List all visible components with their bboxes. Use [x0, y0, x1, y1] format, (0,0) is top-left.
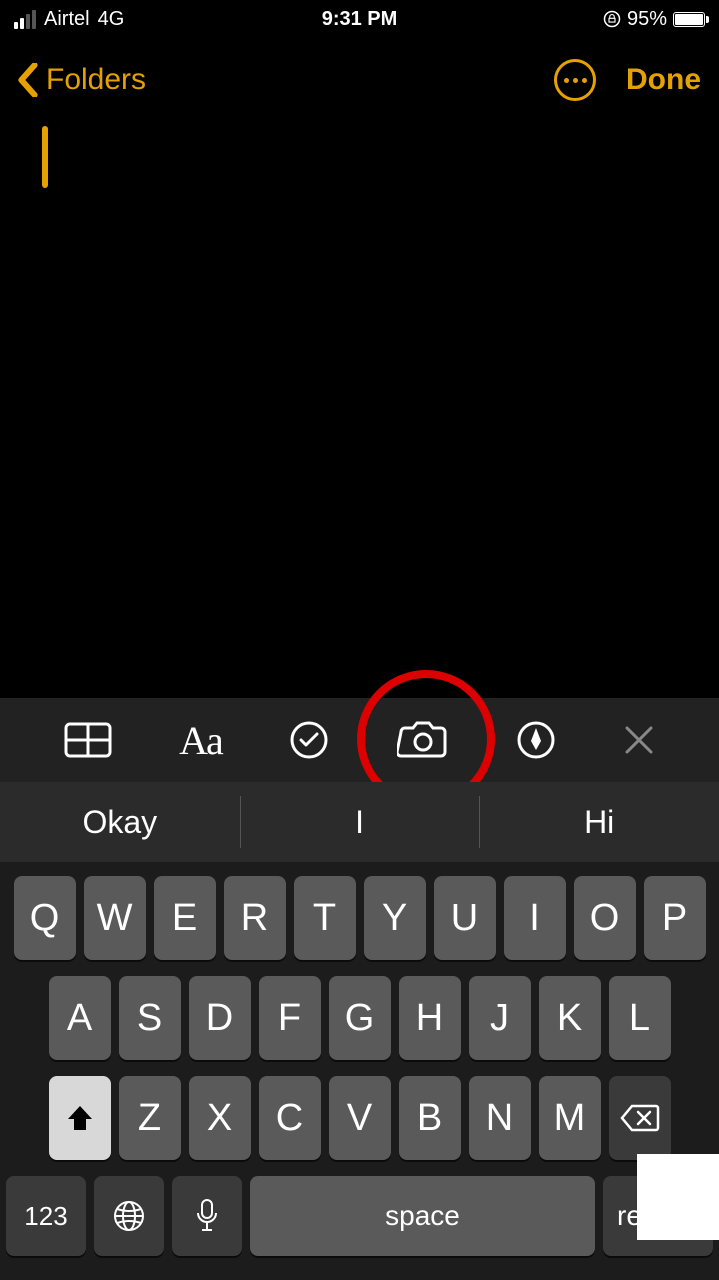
status-bar: Airtel 4G 9:31 PM 95%	[0, 0, 719, 38]
camera-button[interactable]	[397, 720, 449, 760]
suggestion-1[interactable]: Okay	[0, 782, 240, 862]
carrier-label: Airtel	[44, 8, 90, 31]
back-button[interactable]: Folders	[18, 63, 146, 97]
clock: 9:31 PM	[322, 8, 398, 31]
suggestion-3[interactable]: Hi	[479, 782, 719, 862]
key-p[interactable]: P	[644, 876, 706, 960]
key-i[interactable]: I	[504, 876, 566, 960]
key-z[interactable]: Z	[119, 1076, 181, 1160]
shift-icon	[65, 1104, 95, 1132]
key-f[interactable]: F	[259, 976, 321, 1060]
key-b[interactable]: B	[399, 1076, 461, 1160]
key-globe[interactable]	[94, 1176, 164, 1256]
more-button[interactable]	[554, 59, 596, 101]
key-n[interactable]: N	[469, 1076, 531, 1160]
close-icon	[623, 724, 655, 756]
key-j[interactable]: J	[469, 976, 531, 1060]
key-o[interactable]: O	[574, 876, 636, 960]
key-g[interactable]: G	[329, 976, 391, 1060]
key-x[interactable]: X	[189, 1076, 251, 1160]
key-backspace[interactable]	[609, 1076, 671, 1160]
key-shift[interactable]	[49, 1076, 111, 1160]
overlay-patch	[637, 1154, 719, 1240]
orientation-lock-icon	[603, 10, 621, 28]
note-editor[interactable]	[42, 126, 48, 188]
markup-button[interactable]	[516, 720, 556, 760]
camera-icon	[397, 720, 449, 760]
text-format-button[interactable]: Aa	[179, 717, 222, 764]
key-y[interactable]: Y	[364, 876, 426, 960]
checklist-button[interactable]	[289, 720, 329, 760]
key-v[interactable]: V	[329, 1076, 391, 1160]
key-space[interactable]: space	[250, 1176, 595, 1256]
table-icon	[64, 722, 112, 758]
key-k[interactable]: K	[539, 976, 601, 1060]
key-t[interactable]: T	[294, 876, 356, 960]
globe-icon	[112, 1199, 146, 1233]
key-a[interactable]: A	[49, 976, 111, 1060]
suggestion-bar: Okay I Hi	[0, 782, 719, 862]
table-button[interactable]	[64, 722, 112, 758]
key-dictation[interactable]	[172, 1176, 242, 1256]
backspace-icon	[620, 1104, 660, 1132]
key-d[interactable]: D	[189, 976, 251, 1060]
keyboard: Q W E R T Y U I O P A S D F G H J K L Z …	[0, 862, 719, 1280]
battery-icon	[673, 12, 705, 27]
chevron-left-icon	[18, 63, 38, 97]
signal-strength-icon	[14, 10, 36, 29]
checkmark-circle-icon	[289, 720, 329, 760]
key-u[interactable]: U	[434, 876, 496, 960]
suggestion-2[interactable]: I	[240, 782, 480, 862]
formatting-toolbar: Aa	[0, 698, 719, 782]
back-label: Folders	[46, 63, 146, 97]
key-s[interactable]: S	[119, 976, 181, 1060]
network-label: 4G	[98, 8, 125, 31]
key-l[interactable]: L	[609, 976, 671, 1060]
key-e[interactable]: E	[154, 876, 216, 960]
key-w[interactable]: W	[84, 876, 146, 960]
ellipsis-icon	[564, 78, 587, 83]
close-toolbar-button[interactable]	[623, 724, 655, 756]
key-r[interactable]: R	[224, 876, 286, 960]
microphone-icon	[195, 1198, 219, 1234]
nav-bar: Folders Done	[0, 46, 719, 114]
key-m[interactable]: M	[539, 1076, 601, 1160]
key-c[interactable]: C	[259, 1076, 321, 1160]
pen-circle-icon	[516, 720, 556, 760]
key-h[interactable]: H	[399, 976, 461, 1060]
text-cursor	[42, 126, 48, 188]
battery-percent: 95%	[627, 8, 667, 31]
done-button[interactable]: Done	[626, 63, 701, 97]
key-numbers[interactable]: 123	[6, 1176, 86, 1256]
key-q[interactable]: Q	[14, 876, 76, 960]
